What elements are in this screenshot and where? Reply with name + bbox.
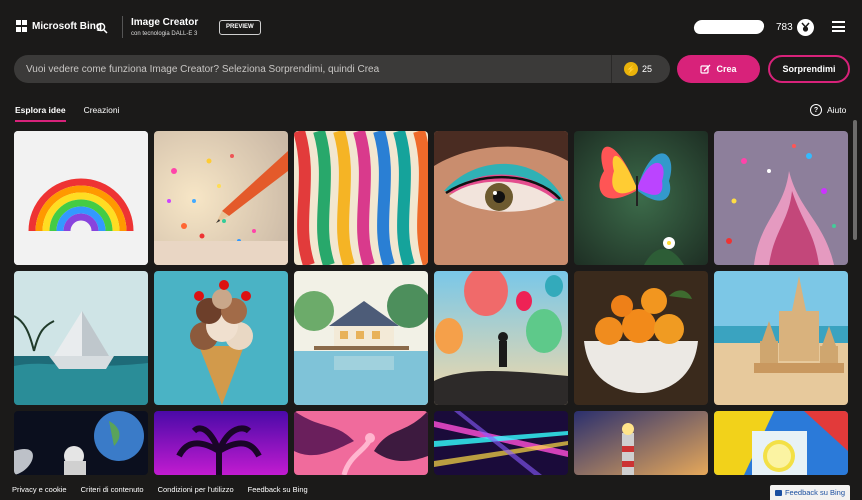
- feedback-button-label: Feedback su Bing: [784, 488, 846, 497]
- gallery-tile-rainbow[interactable]: [14, 131, 148, 265]
- gallery-tile-light-beams[interactable]: [434, 411, 568, 475]
- rewards-medal-icon[interactable]: [797, 19, 814, 36]
- page-title[interactable]: Image Creator: [131, 17, 198, 28]
- gallery-tile-neon-palm[interactable]: [154, 411, 288, 475]
- scrollbar-thumb[interactable]: [853, 120, 857, 240]
- footer: Privacy e cookie Criteri di contenuto Co…: [0, 478, 862, 500]
- help-icon: ?: [810, 104, 822, 116]
- gallery-tile-paper-boat[interactable]: [14, 271, 148, 405]
- boost-separator: [611, 55, 612, 83]
- gallery-tile-hot-air-balloons[interactable]: [434, 271, 568, 405]
- surprise-me-button[interactable]: Sorprendimi: [768, 55, 850, 83]
- gallery-tile-rainbow-butterfly[interactable]: [574, 131, 708, 265]
- gallery-tile-pop-art-lemonade[interactable]: [714, 411, 848, 475]
- boost-counter[interactable]: ⚡ 25: [624, 62, 652, 76]
- feedback-button[interactable]: Feedback su Bing: [770, 485, 850, 500]
- header-divider: [122, 16, 123, 38]
- create-button[interactable]: Crea: [677, 55, 760, 83]
- lightning-bolt-icon: ⚡: [624, 62, 638, 76]
- create-button-label: Crea: [716, 64, 737, 74]
- gallery-tile-eye-makeup[interactable]: [434, 131, 568, 265]
- rewards-points[interactable]: 783: [776, 22, 793, 33]
- gallery-tile-ice-cream-cone[interactable]: [154, 271, 288, 405]
- footer-link-content-policy[interactable]: Criteri di contenuto: [81, 485, 144, 494]
- boost-count: 25: [642, 64, 653, 74]
- footer-link-feedback[interactable]: Feedback su Bing: [248, 485, 308, 494]
- create-brush-icon: [700, 64, 711, 74]
- gallery-tabs: Esplora idee Creazioni: [15, 105, 119, 122]
- help-label: Aiuto: [827, 105, 847, 115]
- page-subtitle: con tecnologia DALL-E 3: [131, 31, 198, 37]
- search-icon: [96, 22, 108, 34]
- feedback-icon: [774, 489, 782, 496]
- user-name-redacted[interactable]: [693, 20, 765, 34]
- gallery-tile-lighthouse[interactable]: [574, 411, 708, 475]
- top-bar: Microsoft Bing Image Creator con tecnolo…: [0, 0, 862, 52]
- prompt-input[interactable]: [26, 55, 616, 83]
- gallery-tile-paint-splash[interactable]: [714, 131, 848, 265]
- page-scrollbar[interactable]: [853, 120, 858, 480]
- gallery-tile-orange-bowl[interactable]: [574, 271, 708, 405]
- search-button[interactable]: [92, 18, 112, 38]
- hamburger-menu-icon[interactable]: [832, 21, 845, 32]
- gallery-tile-astronaut-earth[interactable]: [14, 411, 148, 475]
- prompt-bar: ⚡ 25: [14, 55, 670, 83]
- tab-creations[interactable]: Creazioni: [84, 105, 120, 122]
- gallery-tile-pencil-glitter[interactable]: [154, 131, 288, 265]
- gallery-tile-colorful-ribbons[interactable]: [294, 131, 428, 265]
- gallery-tile-sand-castle[interactable]: [714, 271, 848, 405]
- footer-link-privacy[interactable]: Privacy e cookie: [12, 485, 67, 494]
- tab-explore-ideas[interactable]: Esplora idee: [15, 105, 66, 122]
- gallery-tile-pink-flamingos[interactable]: [294, 411, 428, 475]
- bing-logo[interactable]: Microsoft Bing: [16, 20, 102, 32]
- surprise-me-label: Sorprendimi: [782, 64, 836, 74]
- gallery-tile-lake-house[interactable]: [294, 271, 428, 405]
- footer-link-terms[interactable]: Condizioni per l'utilizzo: [158, 485, 234, 494]
- windows-logo-icon: [16, 20, 28, 32]
- help-link[interactable]: ? Aiuto: [810, 104, 846, 116]
- preview-badge: PREVIEW: [219, 20, 261, 35]
